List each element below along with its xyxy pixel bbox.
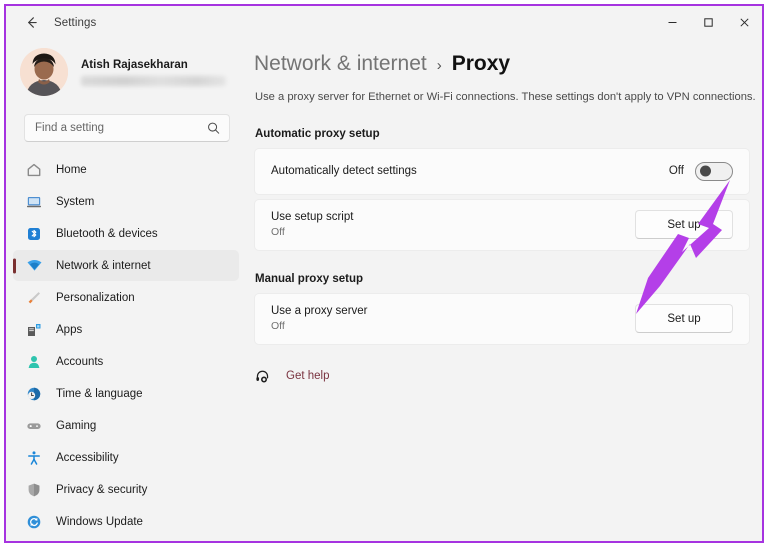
sidebar: Atish Rajasekharan Home	[6, 39, 246, 541]
auto-detect-settings-title: Automatically detect settings	[271, 165, 417, 178]
get-help-link[interactable]: Get help	[255, 369, 762, 384]
sidebar-item-label: Bluetooth & devices	[56, 227, 158, 240]
sidebar-item-label: Gaming	[56, 419, 97, 432]
breadcrumb: Network & internet › Proxy	[254, 52, 762, 76]
breadcrumb-parent[interactable]: Network & internet	[254, 52, 427, 76]
title-bar: Settings	[6, 6, 762, 39]
search-icon	[207, 122, 220, 135]
page-title: Proxy	[451, 52, 511, 75]
sidebar-item-label: Accessibility	[56, 451, 119, 464]
account-icon	[25, 353, 43, 371]
settings-window: Settings Atish Rajasekharan Find a setti…	[4, 4, 764, 543]
account-text: Atish Rajasekharan	[81, 59, 226, 86]
sidebar-item-privacy-security[interactable]: Privacy & security	[13, 474, 239, 505]
sidebar-item-network-internet[interactable]: Network & internet	[13, 250, 239, 281]
update-icon	[25, 513, 43, 531]
apps-icon	[25, 321, 43, 339]
avatar	[20, 48, 68, 96]
sidebar-item-windows-update[interactable]: Windows Update	[13, 506, 239, 537]
use-setup-script-setup-button[interactable]: Set up	[635, 210, 733, 240]
use-setup-script-row: Use setup script Off Set up	[254, 198, 750, 251]
section-heading-automatic: Automatic proxy setup	[255, 127, 380, 140]
shield-icon	[25, 481, 43, 499]
back-arrow-icon[interactable]	[16, 8, 46, 38]
sidebar-item-accounts[interactable]: Accounts	[13, 346, 239, 377]
minimize-icon[interactable]	[654, 6, 690, 39]
sidebar-item-label: Apps	[56, 323, 83, 336]
sidebar-item-label: Time & language	[56, 387, 143, 400]
accessibility-icon	[25, 449, 43, 467]
sidebar-item-label: Accounts	[56, 355, 104, 368]
auto-detect-toggle-wrap: Off	[668, 161, 733, 181]
sidebar-item-label: Network & internet	[56, 259, 151, 272]
help-headset-icon	[255, 369, 270, 384]
sidebar-item-system[interactable]: System	[13, 186, 239, 217]
sidebar-item-bluetooth[interactable]: Bluetooth & devices	[13, 218, 239, 249]
account-name: Atish Rajasekharan	[81, 58, 188, 71]
sidebar-item-label: System	[56, 195, 95, 208]
auto-detect-toggle-state: Off	[668, 165, 684, 178]
sidebar-item-accessibility[interactable]: Accessibility	[13, 442, 239, 473]
app-title: Settings	[54, 16, 97, 29]
main-content: Network & internet › Proxy Use a proxy s…	[246, 39, 762, 541]
gamepad-icon	[25, 417, 43, 435]
sidebar-item-time-language[interactable]: Time & language	[13, 378, 239, 409]
sidebar-item-label: Personalization	[56, 291, 135, 304]
get-help-label: Get help	[286, 370, 330, 383]
use-proxy-server-text: Use a proxy server Off	[271, 305, 635, 332]
sidebar-item-label: Privacy & security	[56, 483, 148, 496]
sidebar-item-label: Home	[56, 163, 87, 176]
section-heading-manual: Manual proxy setup	[255, 272, 363, 285]
sidebar-item-home[interactable]: Home	[13, 154, 239, 185]
chevron-right-icon: ›	[436, 57, 442, 74]
clock-globe-icon	[25, 385, 43, 403]
use-setup-script-text: Use setup script Off	[271, 211, 635, 238]
bluetooth-icon	[25, 225, 43, 243]
use-setup-script-state: Off	[271, 226, 285, 239]
home-icon	[25, 161, 43, 179]
page-description: Use a proxy server for Ethernet or Wi-Fi…	[255, 91, 756, 103]
use-proxy-server-state: Off	[271, 320, 285, 333]
toggle-knob	[700, 165, 711, 177]
close-icon[interactable]	[726, 6, 762, 39]
search-box[interactable]	[24, 114, 230, 142]
sidebar-item-personalization[interactable]: Personalization	[13, 282, 239, 313]
account-card[interactable]: Atish Rajasekharan	[20, 44, 246, 100]
auto-detect-settings-toggle[interactable]	[695, 161, 733, 181]
use-setup-script-title: Use setup script	[271, 211, 354, 224]
sidebar-nav: Home System Bluetooth & devices Network …	[6, 154, 246, 537]
search-input[interactable]	[25, 115, 195, 141]
sidebar-item-gaming[interactable]: Gaming	[13, 410, 239, 441]
sidebar-item-apps[interactable]: Apps	[13, 314, 239, 345]
wifi-icon	[25, 257, 43, 275]
account-email-redacted	[81, 75, 226, 86]
auto-detect-settings-row: Automatically detect settings Off	[254, 147, 750, 195]
system-icon	[25, 193, 43, 211]
maximize-icon[interactable]	[690, 6, 726, 39]
use-proxy-server-setup-button[interactable]: Set up	[635, 304, 733, 334]
auto-detect-settings-text: Automatically detect settings	[271, 165, 669, 177]
use-proxy-server-row: Use a proxy server Off Set up	[254, 292, 750, 345]
sidebar-item-label: Windows Update	[56, 515, 143, 528]
use-proxy-server-title: Use a proxy server	[271, 305, 368, 318]
paintbrush-icon	[25, 289, 43, 307]
window-controls	[654, 6, 762, 39]
